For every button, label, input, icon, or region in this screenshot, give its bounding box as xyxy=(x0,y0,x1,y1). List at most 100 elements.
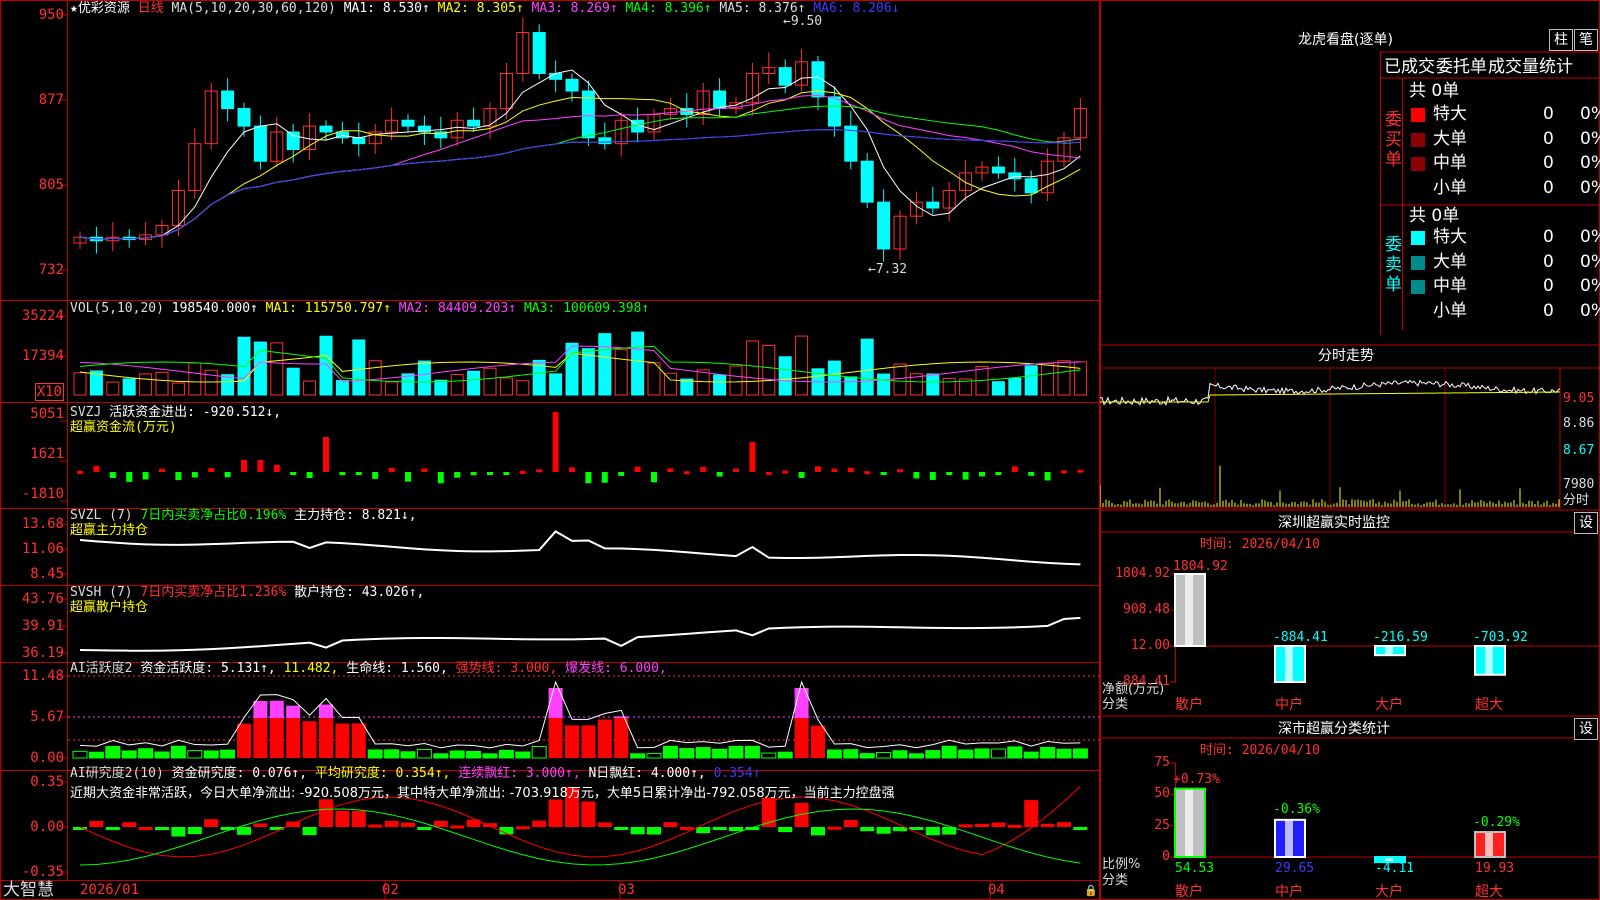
volume-bar xyxy=(729,365,743,396)
activity-bar xyxy=(679,748,695,759)
sz-monitor-time: 时间: 2026/04/10 xyxy=(1200,537,1320,552)
activity-bar xyxy=(416,748,432,759)
research-bar xyxy=(171,827,186,837)
fund-flow-bar xyxy=(864,471,871,475)
activity-bar xyxy=(761,752,777,759)
activity-bar xyxy=(187,750,203,759)
order-count: 0 xyxy=(1543,177,1554,198)
research-bar xyxy=(515,826,530,830)
fund-flow-bar xyxy=(470,472,477,476)
volume-bar xyxy=(73,372,87,396)
tab-volume-stats[interactable]: 成交量统计 xyxy=(1488,57,1573,77)
x-axis-label: 04 xyxy=(988,882,1005,898)
fund-flow-bar xyxy=(355,472,362,475)
tab-filled[interactable]: 已成交 xyxy=(1384,57,1435,77)
fund-flow-bar xyxy=(503,472,510,475)
retail-holding-line xyxy=(79,616,1081,652)
volume-bar xyxy=(926,373,940,396)
sz-monitor-settings-button[interactable]: 设 xyxy=(1574,512,1598,534)
research-bar xyxy=(1073,827,1088,830)
order-percent: 0% xyxy=(1580,128,1600,149)
vol-value: 198540.000↑ xyxy=(171,301,258,316)
fund-flow-bar xyxy=(159,468,165,472)
fenshi-y-label: 8.67 xyxy=(1563,443,1595,458)
volume-bar xyxy=(1024,365,1038,396)
activity-bar xyxy=(925,750,941,759)
lock-icon[interactable]: 🔒 xyxy=(1084,883,1098,898)
buy-side-label: 委买单 xyxy=(1385,110,1402,170)
order-count: 0 xyxy=(1543,227,1554,247)
activity-bar xyxy=(1072,748,1088,759)
category-value: -216.59 xyxy=(1373,630,1428,645)
brand-logo: 大智慧 xyxy=(3,880,54,900)
category-label: 散户 xyxy=(1175,697,1203,713)
svsh-y-label: 39.91 xyxy=(21,618,64,634)
volume-bar xyxy=(827,360,841,396)
fund-flow-bar xyxy=(683,471,690,475)
order-color-swatch xyxy=(1411,255,1425,270)
fund-flow-bar xyxy=(569,467,575,472)
candle-body xyxy=(319,125,333,133)
activity-bar xyxy=(728,745,744,759)
activity-bar-top xyxy=(253,701,268,718)
research-bar xyxy=(204,819,219,827)
fund-flow-bar xyxy=(126,472,133,482)
volume-bar xyxy=(516,380,530,396)
activity-line xyxy=(79,680,1081,749)
sz-class-settings-button[interactable]: 设 xyxy=(1574,718,1598,740)
fenshi-y-label: 9.05 xyxy=(1563,391,1595,406)
svsh-title: SVSH (7) xyxy=(70,585,133,600)
main-chart-area[interactable]: ★优彩资源 日线 MA(5,10,20,30,60,120) MA1: 8.53… xyxy=(0,0,1100,900)
research-bar xyxy=(302,827,317,836)
pen-view-button[interactable]: 笔 xyxy=(1574,29,1598,51)
category-label: 超大 xyxy=(1475,697,1503,713)
sell-total: 共 0单 xyxy=(1409,206,1460,226)
research-bar xyxy=(105,827,120,830)
ai1-p5: 爆发线: 6.000, xyxy=(565,661,667,676)
fund-flow-bar xyxy=(618,472,625,476)
ai1-p1: 资金活跃度: 5.131↑, xyxy=(140,661,276,676)
activity-bar xyxy=(319,718,333,758)
chart-y-label: 1804.92 xyxy=(1115,566,1170,581)
svzl-y-label: 8.45 xyxy=(30,566,64,582)
category-value: 1804.92 xyxy=(1173,559,1228,574)
period-label[interactable]: 日线 xyxy=(138,1,164,16)
main-chart-canvas[interactable] xyxy=(0,0,1100,900)
chart-y-label: 25 xyxy=(1154,817,1170,833)
activity-bar xyxy=(958,749,974,759)
candle-body xyxy=(778,67,792,86)
fund-flow-bar xyxy=(191,472,198,478)
fund-flow-bar xyxy=(372,472,379,479)
fund-flow-bar xyxy=(880,472,887,475)
research-bar xyxy=(991,822,1006,827)
order-count: 0 xyxy=(1543,251,1554,272)
volume-bar xyxy=(663,372,677,396)
sz-class-axis-name: 比例% xyxy=(1102,857,1141,872)
low-price-value: 7.32 xyxy=(875,262,908,277)
fund-flow-bar xyxy=(634,466,641,472)
chart-y-label: -884.41 xyxy=(1115,674,1170,689)
candle-body xyxy=(877,201,891,250)
vol-ma3: MA3: 100609.398↑ xyxy=(523,301,650,316)
category-value: -0.36% xyxy=(1273,802,1320,817)
chart-y-label: 75 xyxy=(1154,755,1170,770)
activity-bar xyxy=(384,749,400,759)
activity-bar xyxy=(1040,746,1056,759)
tab-orders[interactable]: 委托单 xyxy=(1436,57,1487,77)
fund-flow-bar xyxy=(437,472,444,484)
research-bar xyxy=(1057,822,1071,827)
volume-bar xyxy=(188,362,202,396)
candle-body xyxy=(286,131,300,151)
category-label: 中户 xyxy=(1275,697,1303,713)
order-count: 0 xyxy=(1543,153,1554,173)
stock-name[interactable]: ★优彩资源 xyxy=(70,1,130,16)
fund-flow-bar xyxy=(257,460,264,472)
high-price-value: 9.50 xyxy=(790,14,823,29)
activity-bar xyxy=(892,750,908,759)
activity-bar xyxy=(990,748,1006,759)
activity-bar xyxy=(908,753,924,759)
x-axis-label: 2026/01 xyxy=(80,882,140,898)
candle-body xyxy=(401,119,415,127)
red-streak-line xyxy=(79,808,1081,866)
bar-view-button[interactable]: 柱 xyxy=(1549,29,1573,51)
